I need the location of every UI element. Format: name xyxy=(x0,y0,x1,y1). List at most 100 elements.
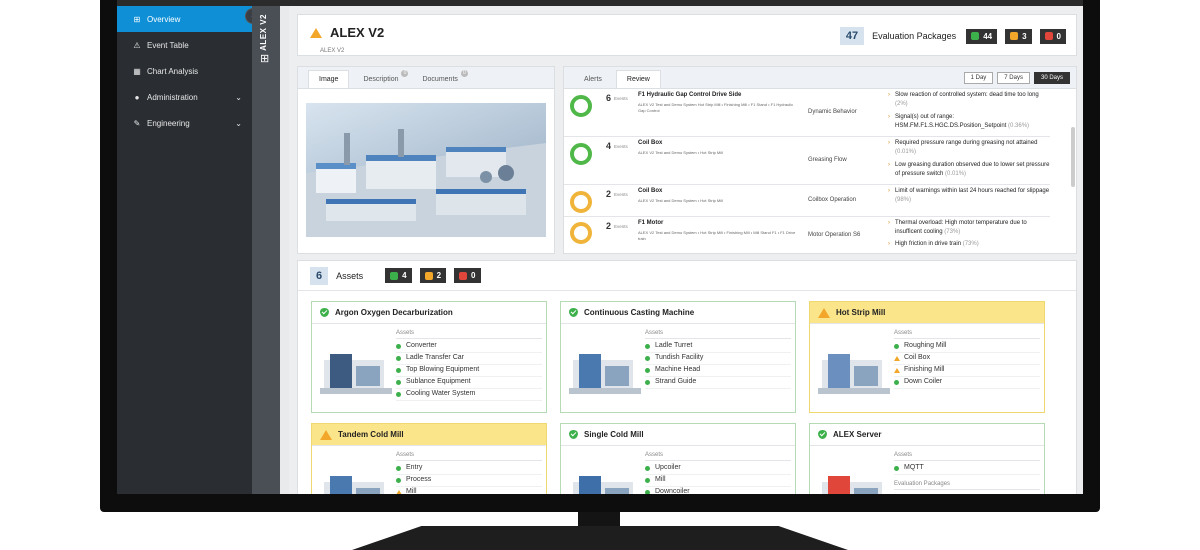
asset-card-title: Continuous Casting Machine xyxy=(584,308,695,317)
asset-card-title: Tandem Cold Mill xyxy=(338,430,404,439)
tab-alerts[interactable]: Alerts xyxy=(574,71,612,88)
alert-asset-name: F1 Motor xyxy=(638,220,664,226)
tab-documents[interactable]: Documents 0 xyxy=(412,70,468,88)
asset-card-argon-oxygen-decarburization[interactable]: Argon Oxygen Decarburization Assets Conver… xyxy=(311,301,547,413)
warning-count: 3 xyxy=(1022,31,1027,41)
time-range-selector: 1 Day 7 Days 30 Days xyxy=(963,72,1070,84)
asset-list-item[interactable]: Upcoiler xyxy=(645,463,791,475)
asset-card-header: Argon Oxygen Decarburization xyxy=(312,302,546,324)
asset-card-title: Hot Strip Mill xyxy=(836,308,886,317)
main-content: ALEX V2 ALEX V2 47 Evaluation Packages 4… xyxy=(289,6,1083,494)
monitor-base xyxy=(352,526,848,550)
tab-count-badge: 0 xyxy=(460,70,468,77)
asset-list-item[interactable]: Tundish Facility xyxy=(645,353,791,365)
tab-label: Description xyxy=(363,76,399,83)
warning-icon: ⚠ xyxy=(133,40,141,50)
range-button-30-days[interactable]: 30 Days xyxy=(1033,72,1070,84)
events-label: Events xyxy=(614,96,628,101)
asset-list-item[interactable]: Mill xyxy=(396,487,542,494)
range-button-1-day[interactable]: 1 Day xyxy=(963,72,994,84)
chevron-down-icon: ⌄ xyxy=(235,118,242,128)
asset-card-tandem-cold-mill[interactable]: Tandem Cold Mill Assets Entry Process Mill xyxy=(311,423,547,494)
asset-list-item[interactable]: Ladle Turret xyxy=(645,341,791,353)
asset-list-item[interactable]: Strand Guide xyxy=(645,377,791,389)
asset-card-alex-server[interactable]: ALEX Server Assets MQTT Evaluation Packages xyxy=(809,423,1045,494)
asset-list-item[interactable]: Ladle Transfer Car xyxy=(396,353,542,365)
alerts-scrollbar[interactable] xyxy=(1071,127,1075,187)
sidebar-item-engineering[interactable]: ✎ Engineering ⌄ xyxy=(117,110,252,136)
tab-label: Documents xyxy=(422,76,458,83)
shield-check-icon xyxy=(569,308,578,317)
alerts-list: 6 Events F1 Hydraulic Gap Control Drive Si… xyxy=(564,89,1076,253)
alert-badge[interactable]: 0 xyxy=(1039,28,1066,44)
alert-message: Required pressure range during greasing … xyxy=(888,139,1050,157)
asset-list-item[interactable]: Cooling Water System xyxy=(396,389,542,401)
event-count: 2 xyxy=(606,221,612,231)
alert-message-percent: (2%) xyxy=(895,101,908,107)
alert-count: 0 xyxy=(1056,31,1061,41)
tab-label: Alerts xyxy=(584,76,602,83)
assets-warning-badge[interactable]: 2 xyxy=(419,268,447,283)
assets-count: 6 xyxy=(310,266,329,285)
sitemap-icon: ⊞ xyxy=(260,53,270,65)
warning-badge[interactable]: 3 xyxy=(1005,28,1032,44)
alert-message-percent: (98%) xyxy=(895,197,912,203)
asset-list-item[interactable]: Roughing Mill xyxy=(894,341,1040,353)
assets-panel: 6 Assets 4 2 0 Argon Oxygen Decarburizat… xyxy=(297,260,1077,494)
asset-list: Assets Converter Ladle Transfer Car Top Blo… xyxy=(396,330,542,401)
asset-list-item[interactable]: Finishing Mill xyxy=(894,365,1040,377)
asset-list-item[interactable]: Downcoiler xyxy=(645,487,791,494)
wrench-icon: ✎ xyxy=(133,118,141,128)
asset-card-header: Single Cold Mill xyxy=(561,424,795,446)
asset-card-hot-strip-mill[interactable]: Hot Strip Mill Assets Roughing Mill Coil Bo… xyxy=(809,301,1045,413)
assets-alert-badge[interactable]: 0 xyxy=(454,268,481,283)
asset-list-item[interactable]: Machine Head xyxy=(645,365,791,377)
warning-icon xyxy=(424,271,433,280)
asset-list-item[interactable]: Sublance Equipment xyxy=(396,377,542,389)
alert-message: Low greasing duration observed due to lo… xyxy=(888,161,1050,179)
asset-list-item[interactable]: Mill xyxy=(645,475,791,487)
alert-asset-path: ALEX V2 Test and Demo System • Hot Strip… xyxy=(638,230,796,241)
sidebar: ⊞ Overview ⚠ Event Table ▦ Chart Analysis ● Adm… xyxy=(117,6,252,494)
alerts-panel: Alerts Review 1 Day 7 Days 30 Days 6 Events F… xyxy=(563,66,1077,254)
sidebar-item-administration[interactable]: ● Administration ⌄ xyxy=(117,84,252,110)
asset-list-item[interactable]: Down Coiler xyxy=(894,377,1040,389)
tab-review[interactable]: Review xyxy=(615,70,661,88)
asset-list-label: Assets xyxy=(894,452,1040,461)
warning-icon xyxy=(320,429,332,440)
ok-badge[interactable]: 44 xyxy=(966,28,998,44)
asset-list-item[interactable]: Coil Box xyxy=(894,353,1040,365)
sidebar-item-label: Overview xyxy=(147,14,181,24)
asset-card-single-cold-mill[interactable]: Single Cold Mill Assets Upcoiler Mill Downco… xyxy=(560,423,796,494)
evaluation-type: Motor Operation S6 xyxy=(808,232,861,238)
tab-description[interactable]: Description 0 xyxy=(353,70,409,88)
alert-message: Slow reaction of controlled system: dead… xyxy=(888,91,1050,109)
tab-label: Image xyxy=(319,76,339,83)
alert-row[interactable]: 6 Events F1 Hydraulic Gap Control Drive Si… xyxy=(564,89,1050,137)
sidebar-item-event-table[interactable]: ⚠ Event Table xyxy=(117,32,252,58)
asset-list-label: Assets xyxy=(645,452,791,461)
bell-icon xyxy=(1044,32,1053,40)
asset-list-item[interactable]: MQTT xyxy=(894,463,1040,475)
sidebar-item-overview[interactable]: ⊞ Overview xyxy=(117,6,252,32)
assets-ok-badge[interactable]: 4 xyxy=(385,268,412,283)
asset-card-continuous-casting-machine[interactable]: Continuous Casting Machine Assets Ladle Tu… xyxy=(560,301,796,413)
asset-list-item[interactable]: Converter xyxy=(396,341,542,353)
asset-card-title: ALEX Server xyxy=(833,430,882,439)
alert-asset-path: ALEX V2 Test and Demo System • Hot Strip… xyxy=(638,150,723,155)
warning-icon xyxy=(818,307,830,318)
asset-list-item[interactable]: Process xyxy=(396,475,542,487)
sidebar-item-chart-analysis[interactable]: ▦ Chart Analysis xyxy=(117,58,252,84)
status-ring-icon xyxy=(570,95,592,117)
asset-list-item[interactable]: Top Blowing Equipment xyxy=(396,365,542,377)
asset-list-item[interactable]: Entry xyxy=(396,463,542,475)
tab-label: Review xyxy=(626,76,650,83)
tab-image[interactable]: Image xyxy=(308,70,350,88)
ok-count: 44 xyxy=(983,31,993,41)
range-button-7-days[interactable]: 7 Days xyxy=(997,72,1030,84)
alert-row[interactable]: 2 Events F1 Motor ALEX V2 Test and Demo Sys… xyxy=(564,217,1050,253)
alert-message-percent: (0.01%) xyxy=(945,171,967,177)
alert-row[interactable]: 4 Events Coil Box ALEX V2 Test and Demo Sys… xyxy=(564,137,1050,185)
alert-row[interactable]: 2 Events Coil Box ALEX V2 Test and Demo Sys… xyxy=(564,185,1050,217)
shield-check-icon xyxy=(569,430,578,439)
